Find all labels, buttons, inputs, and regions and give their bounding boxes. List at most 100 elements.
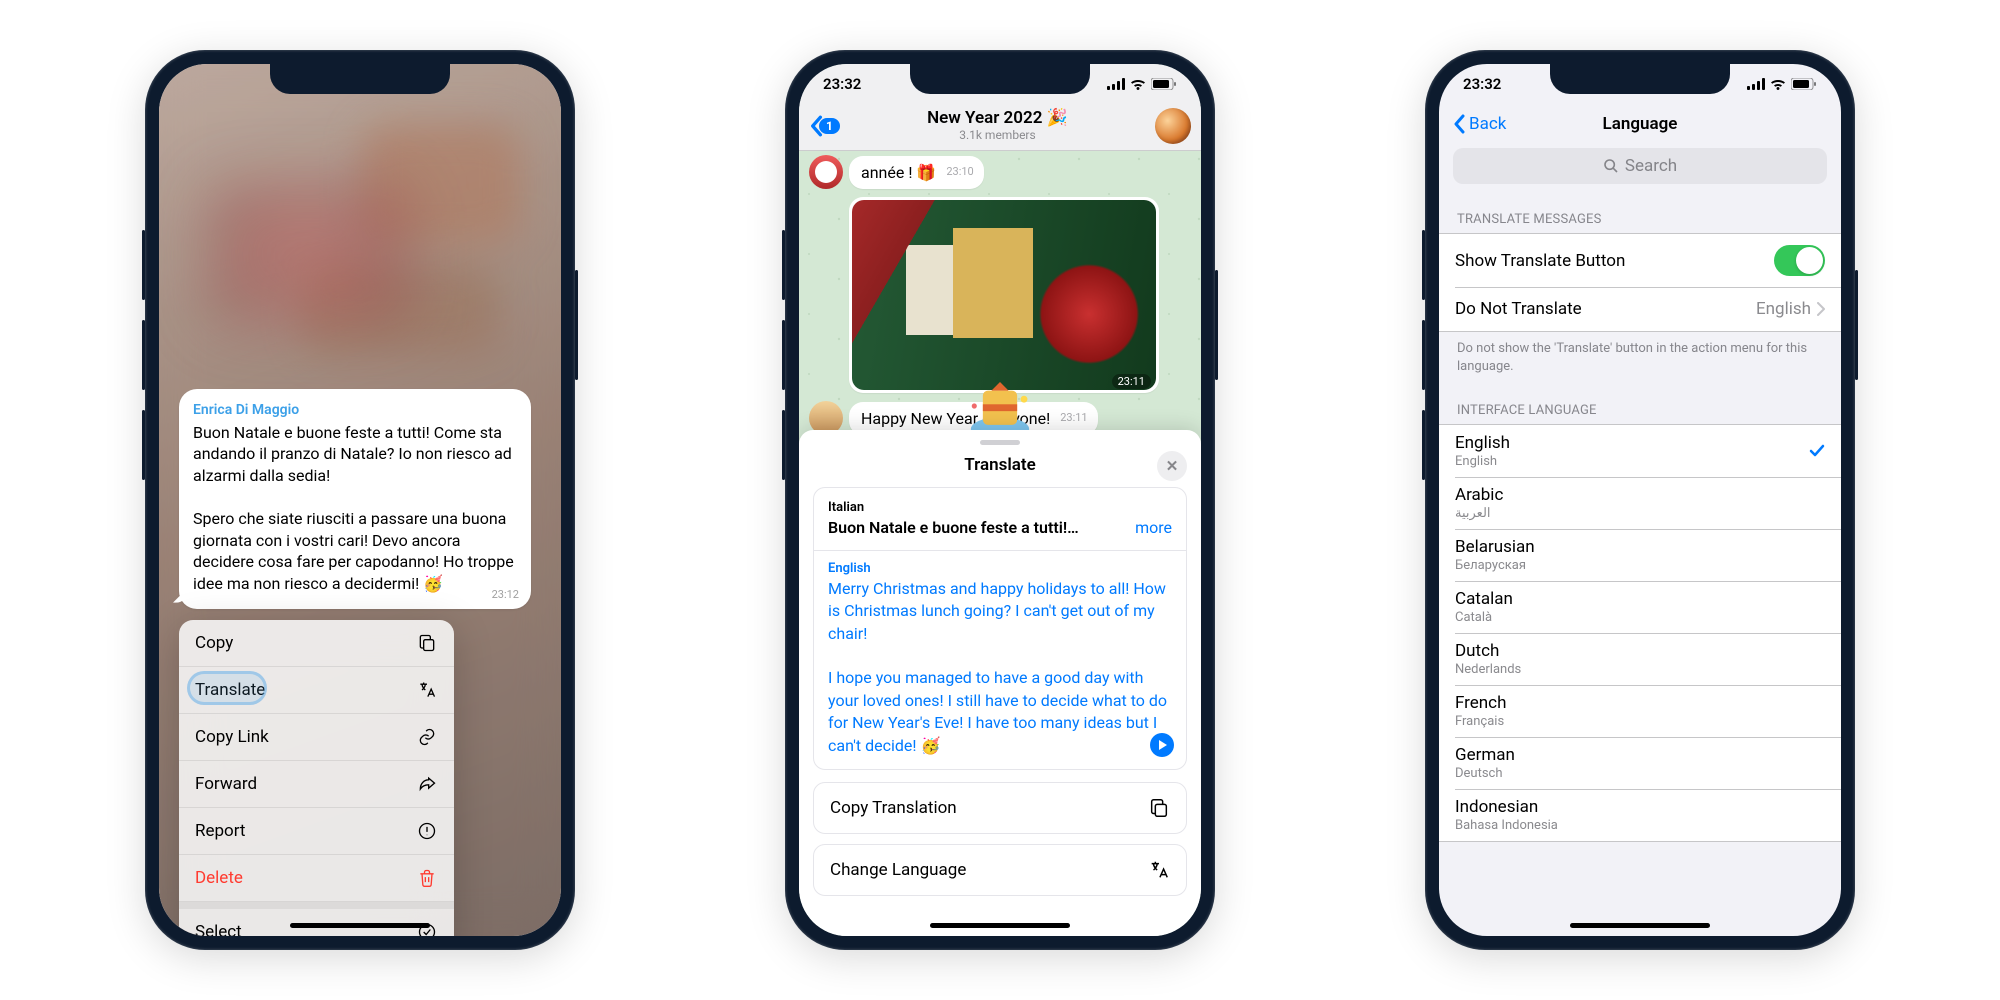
section-header-translate: TRANSLATE MESSAGES [1439,184,1841,233]
context-menu: Copy Translate Copy Link Forward Report [179,620,454,936]
message-sender: Enrica Di Maggio [193,401,517,420]
chat-title-block[interactable]: New Year 2022 🎉 3.1k members [846,109,1149,142]
phone-frame-1: Enrica Di Maggio Buon Natale e buone fes… [145,50,575,950]
speak-button[interactable] [1150,733,1174,757]
chat-avatar[interactable] [1155,108,1191,144]
divider [814,550,1186,551]
language-native: Беларуская [1455,558,1526,573]
forward-icon [416,773,438,795]
copy-translation-button[interactable]: Copy Translation [813,782,1187,834]
language-row[interactable]: DutchNederlands [1439,633,1841,685]
interface-language-list: EnglishEnglishArabicالعربيةBelarusianБел… [1439,424,1841,842]
translate-icon [1148,859,1170,881]
copy-icon [416,632,438,654]
status-time: 23:32 [1463,75,1501,93]
language-native: Català [1455,610,1492,625]
search-icon [1603,158,1619,174]
wifi-icon [1130,78,1146,90]
source-text: Buon Natale e buone feste a tutti!… [828,517,1125,539]
menu-label: Copy Link [195,727,269,747]
menu-label: Forward [195,774,257,794]
menu-label: Select [195,922,242,936]
target-language-label: English [828,561,1172,576]
menu-copy[interactable]: Copy [179,620,454,667]
copy-icon [1148,797,1170,819]
change-language-button[interactable]: Change Language [813,844,1187,896]
battery-icon [1151,78,1177,90]
chevron-right-icon [1817,302,1825,316]
message-text: année ! 🎁 [861,163,936,182]
sender-avatar[interactable] [809,401,843,430]
back-label: Back [1469,114,1506,134]
language-native: Bahasa Indonesia [1455,818,1558,833]
show-translate-row[interactable]: Show Translate Button [1439,234,1841,287]
report-icon [416,820,438,842]
section-header-interface: INTERFACE LANGUAGE [1439,375,1841,424]
search-placeholder: Search [1625,156,1677,176]
language-native: Nederlands [1455,662,1521,677]
close-icon: ✕ [1166,457,1179,475]
translation-card: Italian Buon Natale e buone feste a tutt… [813,487,1187,770]
trash-icon [416,867,438,889]
message-time: 23:11 [1060,411,1087,424]
signal-icon [1107,78,1125,90]
close-button[interactable]: ✕ [1157,451,1187,481]
language-row[interactable]: CatalanCatalà [1439,581,1841,633]
notch [1550,64,1730,94]
language-row[interactable]: EnglishEnglish [1439,425,1841,477]
battery-icon [1791,78,1817,90]
language-native: Deutsch [1455,766,1503,781]
language-name: English [1455,433,1510,453]
menu-report[interactable]: Report [179,808,454,855]
language-row[interactable]: IndonesianBahasa Indonesia [1439,789,1841,841]
search-input[interactable]: Search [1453,148,1827,184]
translate-sheet: Translate ✕ Italian Buon Natale e buone … [799,430,1201,936]
row-label: Show Translate Button [1455,251,1625,271]
photo-attachment [852,200,1156,390]
sticker[interactable] [955,382,1045,430]
wifi-icon [1770,78,1786,90]
section-footer: Do not show the 'Translate' button in th… [1439,332,1841,375]
chat-subtitle: 3.1k members [846,129,1149,143]
message-time: 23:12 [492,588,519,603]
more-button[interactable]: more [1135,517,1172,539]
language-name: German [1455,745,1515,765]
message-bubble[interactable]: année ! 🎁 23:10 [849,156,984,189]
message-text: Buon Natale e buone feste a tutti! Come … [193,422,517,603]
message-time: 23:11 [1112,374,1151,389]
home-indicator [930,923,1070,928]
checkmark-icon [1809,444,1825,458]
translated-text: Merry Christmas and happy holidays to al… [828,578,1172,757]
sheet-handle[interactable] [980,440,1020,445]
language-row[interactable]: BelarusianБеларуская [1439,529,1841,581]
language-name: Arabic [1455,485,1503,505]
language-row[interactable]: Arabicالعربية [1439,477,1841,529]
notch [910,64,1090,94]
menu-label: Report [195,821,245,841]
chat-title: New Year 2022 🎉 [846,109,1149,129]
do-not-translate-row[interactable]: Do Not Translate English [1439,287,1841,331]
sender-avatar[interactable] [809,155,843,189]
language-name: Dutch [1455,641,1499,661]
unread-badge: 1 [819,118,840,134]
language-row[interactable]: FrenchFrançais [1439,685,1841,737]
show-translate-switch[interactable] [1774,245,1825,276]
language-native: العربية [1455,506,1491,521]
back-button[interactable]: 1 [809,115,840,137]
language-name: Belarusian [1455,537,1535,557]
menu-separator [179,902,454,909]
photo-message[interactable]: 23:11 [849,197,1159,393]
home-indicator [290,923,430,928]
menu-delete[interactable]: Delete [179,855,454,902]
menu-label: Copy [195,633,233,653]
back-button[interactable]: Back [1453,114,1506,134]
action-label: Change Language [830,860,966,880]
message-list[interactable]: année ! 🎁 23:10 23:11 Happy New Year eve… [799,151,1201,430]
menu-forward[interactable]: Forward [179,761,454,808]
message-bubble[interactable]: Enrica Di Maggio Buon Natale e buone fes… [179,389,531,609]
language-name: French [1455,693,1506,713]
menu-copy-link[interactable]: Copy Link [179,714,454,761]
language-row[interactable]: GermanDeutsch [1439,737,1841,789]
language-name: Indonesian [1455,797,1538,817]
menu-translate[interactable]: Translate [179,667,454,714]
